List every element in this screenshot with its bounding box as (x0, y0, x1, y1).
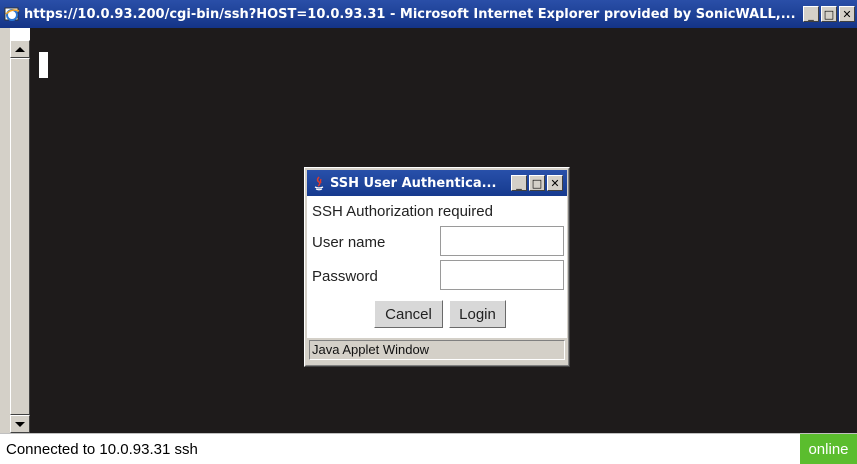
cancel-button[interactable]: Cancel (374, 300, 443, 328)
minimize-button[interactable]: _ (803, 6, 819, 22)
status-bar: Connected to 10.0.93.31 ssh online (0, 433, 857, 464)
username-input[interactable] (440, 226, 564, 256)
arrow-up-icon (15, 46, 25, 52)
maximize-button[interactable]: □ (821, 6, 837, 22)
close-button[interactable]: ✕ (839, 6, 855, 22)
dialog-minimize-button[interactable]: _ (511, 175, 527, 191)
dialog-window-controls: _ □ ✕ (511, 175, 567, 191)
ie-icon (4, 7, 20, 21)
ssh-auth-dialog: SSH User Authentica... _ □ ✕ SSH Authori… (304, 167, 570, 367)
scroll-down-button[interactable] (10, 415, 30, 433)
terminal-cursor (39, 52, 48, 78)
window-controls: _ □ ✕ (803, 6, 857, 22)
online-badge: online (800, 434, 857, 464)
vertical-scrollbar[interactable] (10, 40, 30, 433)
dialog-maximize-button[interactable]: □ (529, 175, 545, 191)
login-button[interactable]: Login (449, 300, 506, 328)
dialog-titlebar[interactable]: SSH User Authentica... _ □ ✕ (307, 170, 567, 196)
auth-message: SSH Authorization required (312, 203, 493, 220)
connection-status: Connected to 10.0.93.31 ssh (6, 441, 198, 458)
password-label: Password (312, 268, 378, 285)
java-applet-window-label: Java Applet Window (309, 340, 565, 360)
arrow-down-icon (15, 421, 25, 427)
window-titlebar[interactable]: https://10.0.93.200/cgi-bin/ssh?HOST=10.… (0, 0, 857, 28)
dialog-body: SSH Authorization required User name Pas… (307, 196, 567, 338)
password-input[interactable] (440, 260, 564, 290)
dialog-close-button[interactable]: ✕ (547, 175, 563, 191)
scroll-up-button[interactable] (10, 40, 30, 58)
window-title: https://10.0.93.200/cgi-bin/ssh?HOST=10.… (24, 6, 796, 22)
username-label: User name (312, 234, 386, 251)
java-icon (314, 176, 324, 191)
window-frame (0, 28, 10, 438)
dialog-title: SSH User Authentica... (330, 175, 497, 191)
scroll-thumb[interactable] (10, 58, 30, 415)
